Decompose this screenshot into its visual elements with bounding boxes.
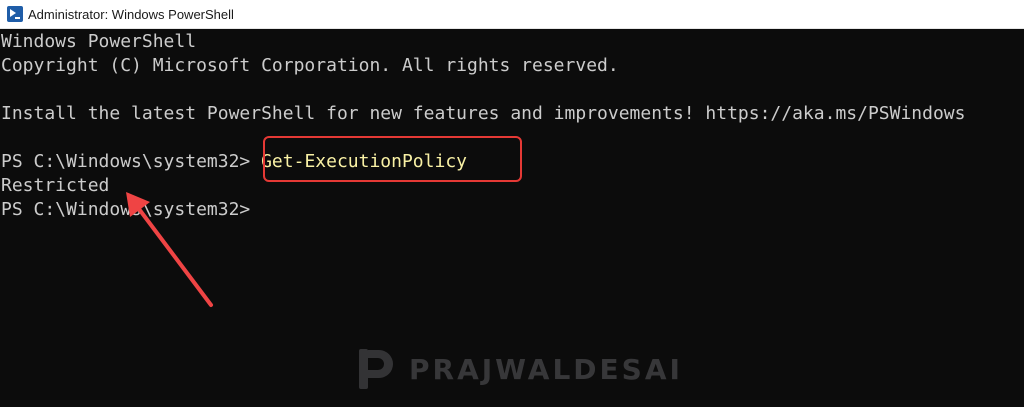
console-line: Windows PowerShell bbox=[1, 31, 197, 52]
console-line: Copyright (C) Microsoft Corporation. All… bbox=[1, 55, 619, 76]
watermark: PRAJWALDESAI bbox=[357, 346, 683, 392]
prajwaldesai-logo-icon bbox=[359, 349, 393, 389]
prompt: PS C:\Windows\system32> bbox=[1, 151, 262, 172]
prompt[interactable]: PS C:\Windows\system32> bbox=[1, 198, 250, 222]
watermark-text: PRAJWALDESAI bbox=[409, 352, 683, 386]
console-line: Install the latest PowerShell for new fe… bbox=[1, 103, 966, 124]
command-output: Restricted bbox=[1, 175, 110, 196]
highlight-box bbox=[263, 136, 522, 182]
powershell-icon bbox=[7, 6, 23, 22]
title-bar: Administrator: Windows PowerShell bbox=[0, 0, 1024, 29]
window-title: Administrator: Windows PowerShell bbox=[28, 6, 234, 22]
